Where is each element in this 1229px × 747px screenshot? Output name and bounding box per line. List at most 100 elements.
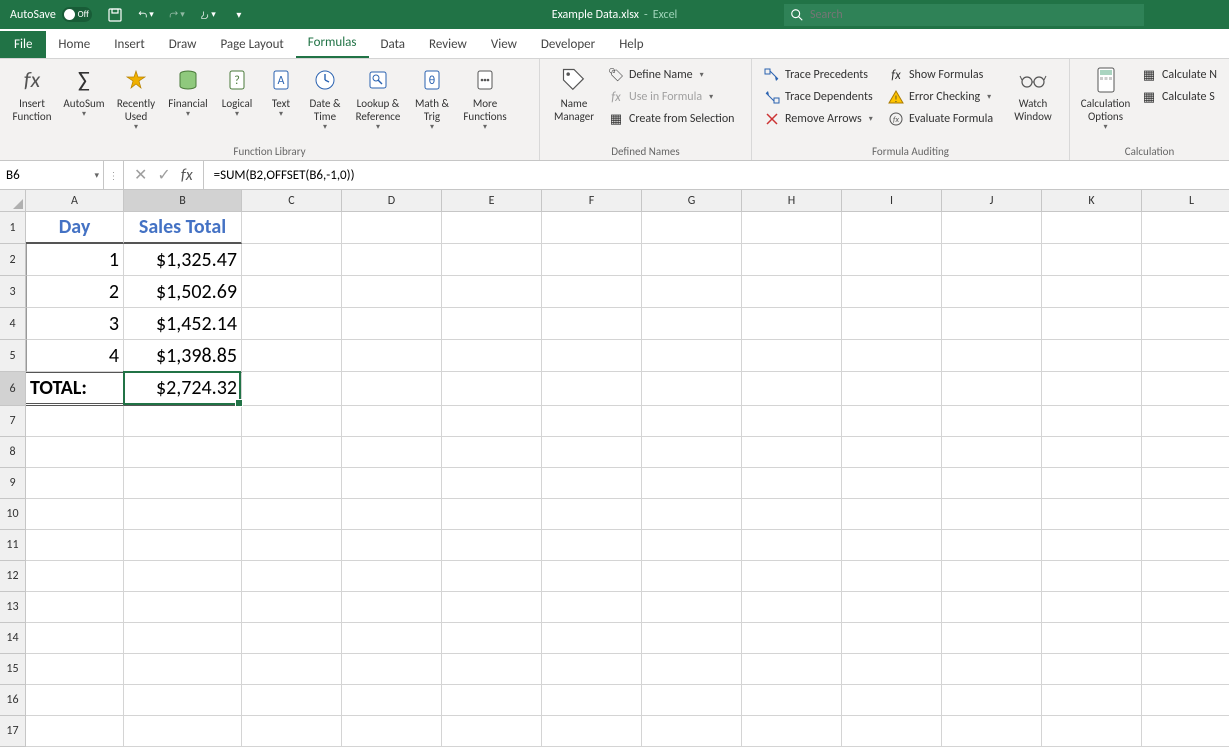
row-header[interactable]: 6	[0, 372, 26, 406]
cell[interactable]	[742, 685, 842, 716]
cell[interactable]	[26, 592, 124, 623]
cell[interactable]	[1142, 406, 1229, 437]
cell[interactable]	[642, 499, 742, 530]
cell[interactable]	[942, 372, 1042, 406]
tab-page-layout[interactable]: Page Layout	[208, 31, 295, 58]
column-header[interactable]: E	[442, 190, 542, 212]
autosave-toggle[interactable]: Off	[62, 7, 92, 22]
cell[interactable]	[342, 212, 442, 244]
cell[interactable]	[242, 468, 342, 499]
cell[interactable]	[742, 623, 842, 654]
cell[interactable]	[542, 468, 642, 499]
row-header[interactable]: 3	[0, 276, 26, 308]
calculate-now-button[interactable]: ▦ Calculate N	[1135, 65, 1223, 85]
cell[interactable]	[242, 654, 342, 685]
cell[interactable]	[442, 530, 542, 561]
cell[interactable]	[1042, 716, 1142, 747]
cell[interactable]	[1142, 340, 1229, 372]
cell[interactable]	[742, 654, 842, 685]
cell[interactable]	[342, 276, 442, 308]
cell[interactable]	[242, 276, 342, 308]
column-header[interactable]: L	[1142, 190, 1229, 212]
cell[interactable]	[642, 623, 742, 654]
cell[interactable]	[842, 499, 942, 530]
cell[interactable]	[242, 623, 342, 654]
cell[interactable]	[842, 406, 942, 437]
column-header[interactable]: K	[1042, 190, 1142, 212]
cell[interactable]	[1142, 244, 1229, 276]
cell[interactable]	[442, 592, 542, 623]
cell[interactable]	[242, 499, 342, 530]
cell[interactable]	[1142, 716, 1229, 747]
cell[interactable]	[742, 406, 842, 437]
cell[interactable]	[442, 437, 542, 468]
define-name-button[interactable]: 🏷 Define Name ▾	[602, 65, 741, 85]
cell[interactable]: TOTAL:	[26, 372, 124, 406]
cell[interactable]	[26, 437, 124, 468]
save-icon[interactable]	[107, 7, 123, 23]
cell[interactable]	[942, 685, 1042, 716]
cell[interactable]	[842, 276, 942, 308]
cell[interactable]	[342, 308, 442, 340]
cell[interactable]	[342, 244, 442, 276]
cell[interactable]	[642, 372, 742, 406]
cell[interactable]: $2,724.32	[124, 372, 242, 406]
cell[interactable]	[442, 623, 542, 654]
cell[interactable]	[1142, 654, 1229, 685]
cell[interactable]	[342, 468, 442, 499]
cell[interactable]	[26, 406, 124, 437]
cell[interactable]	[1042, 468, 1142, 499]
row-header[interactable]: 16	[0, 685, 26, 716]
cell[interactable]	[742, 212, 842, 244]
cell[interactable]	[1042, 372, 1142, 406]
cell[interactable]	[542, 530, 642, 561]
cell[interactable]	[542, 685, 642, 716]
cell[interactable]	[642, 592, 742, 623]
cell[interactable]	[742, 561, 842, 592]
cell[interactable]	[542, 716, 642, 747]
trace-precedents-button[interactable]: Trace Precedents	[758, 65, 882, 85]
cell[interactable]	[442, 406, 542, 437]
cell[interactable]	[742, 276, 842, 308]
cell[interactable]	[842, 654, 942, 685]
cell[interactable]	[1042, 623, 1142, 654]
column-header[interactable]: B	[124, 190, 242, 212]
cell[interactable]	[642, 212, 742, 244]
enter-icon[interactable]: ✓	[157, 165, 170, 185]
search-input[interactable]	[810, 8, 1138, 22]
text-button[interactable]: A Text▾	[260, 63, 302, 120]
cell[interactable]	[442, 340, 542, 372]
cell[interactable]	[842, 308, 942, 340]
column-header[interactable]: H	[742, 190, 842, 212]
tab-file[interactable]: File	[0, 31, 46, 58]
cell[interactable]	[642, 276, 742, 308]
recently-used-button[interactable]: Recently Used▾	[110, 63, 162, 133]
cell[interactable]	[242, 372, 342, 406]
row-header[interactable]: 4	[0, 308, 26, 340]
cell[interactable]	[242, 212, 342, 244]
cell[interactable]	[642, 406, 742, 437]
cell[interactable]	[1042, 499, 1142, 530]
cell[interactable]	[942, 406, 1042, 437]
cell[interactable]: Day	[26, 212, 124, 244]
cell[interactable]	[642, 716, 742, 747]
cell[interactable]	[842, 340, 942, 372]
row-header[interactable]: 2	[0, 244, 26, 276]
cancel-icon[interactable]: ✕	[134, 165, 147, 185]
tab-view[interactable]: View	[479, 31, 529, 58]
cell[interactable]	[1042, 276, 1142, 308]
cell[interactable]	[1042, 244, 1142, 276]
row-header[interactable]: 8	[0, 437, 26, 468]
cell[interactable]	[242, 437, 342, 468]
cell[interactable]	[442, 468, 542, 499]
cell[interactable]	[1042, 685, 1142, 716]
row-header[interactable]: 14	[0, 623, 26, 654]
cell[interactable]	[1142, 623, 1229, 654]
trace-dependents-button[interactable]: Trace Dependents	[758, 87, 882, 107]
cell[interactable]	[26, 654, 124, 685]
remove-arrows-button[interactable]: Remove Arrows ▾	[758, 109, 882, 129]
cell[interactable]	[742, 308, 842, 340]
select-all-corner[interactable]	[0, 190, 26, 212]
customize-qat-button[interactable]: ▾	[231, 7, 247, 23]
cell[interactable]	[124, 685, 242, 716]
